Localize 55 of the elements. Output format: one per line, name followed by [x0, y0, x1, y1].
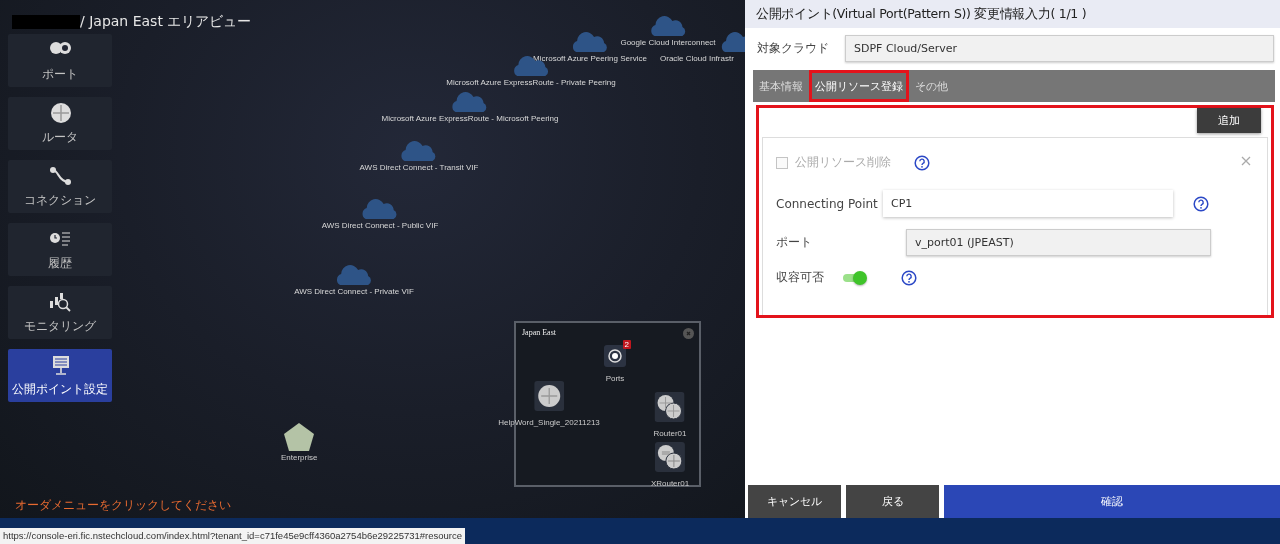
router-icon [534, 381, 564, 411]
tab[interactable]: 公開リソース登録 [809, 70, 909, 102]
enterprise-node[interactable]: Enterprise [281, 422, 318, 462]
node-label: XRouter01 [650, 479, 690, 488]
sidebar-item[interactable]: ポート [8, 34, 112, 87]
input-field[interactable]: CP1 [883, 190, 1173, 217]
confirm-button[interactable]: 確認 [944, 485, 1280, 518]
page-title: / Japan East エリアビュー [80, 12, 252, 31]
sidebar-item[interactable]: モニタリング [8, 286, 112, 339]
sidebar-item[interactable]: 公開ポイント設定 [8, 349, 112, 402]
help-icon [901, 269, 917, 286]
sidebar-item[interactable]: コネクション [8, 160, 112, 213]
input-field[interactable]: SDPF Cloud/Server [845, 35, 1274, 62]
cloud-label: Microsoft Azure ExpressRoute - Private Peering [446, 78, 616, 87]
field-label: Connecting Point [776, 196, 879, 211]
cloud-label: Google Cloud Interconnect [620, 38, 716, 47]
connection-icon [47, 164, 73, 187]
node-label: Ports [605, 374, 625, 383]
panel-title: 公開ポイント(Virtual Port(Pattern S)) 変更情報入力( 1/1 ) [745, 0, 1280, 28]
cloud-label: AWS Direct Connect - Private VIF [294, 287, 414, 296]
field-label: 収容可否 [776, 269, 825, 286]
help-icon [1193, 195, 1209, 212]
close-icon [1240, 155, 1252, 167]
help-icon [914, 154, 930, 171]
close-button[interactable] [683, 328, 694, 339]
add-button[interactable]: 追加 [1197, 108, 1261, 133]
cloud-label: Oracle Cloud Infrastr [660, 54, 734, 63]
sidebar-item[interactable]: 履歴 [8, 223, 112, 276]
monitoring-icon [47, 290, 73, 313]
cloud-label: Microsoft Azure ExpressRoute - Microsoft Peering [381, 114, 559, 123]
sidebar-item[interactable]: ルータ [8, 97, 112, 150]
field-label: 対象クラウド [757, 40, 830, 57]
router-pair-icon [655, 392, 685, 422]
close-icon [685, 330, 692, 337]
port-icon [604, 345, 626, 367]
count-badge: 2 [622, 340, 631, 349]
action-button[interactable]: キャンセル [748, 485, 841, 518]
pentagon-icon [283, 422, 316, 452]
cloud-label: Microsoft Azure Peering Service [533, 54, 647, 63]
input-field[interactable]: v_port01 (JPEAST) [906, 229, 1211, 256]
node-label: Router01 [653, 429, 687, 438]
checkbox-label: 公開リソース削除 [795, 154, 891, 171]
toggle-switch[interactable] [843, 270, 867, 285]
action-button[interactable]: 戻る [846, 485, 939, 518]
cloud-label: AWS Direct Connect - Transit VIF [359, 163, 479, 172]
cloud-label: AWS Direct Connect - Public VIF [321, 221, 439, 230]
field-label: ポート [776, 234, 813, 251]
tab[interactable]: その他 [909, 70, 954, 102]
node-label: HelpWord_Single_20211213 [498, 418, 600, 427]
redaction-block [12, 14, 80, 29]
hint-text: オーダメニューをクリックしてください [15, 497, 232, 514]
tab[interactable]: 基本情報 [753, 70, 809, 102]
url-tooltip: https://console-eri.fic.nstechcloud.com/index.html?tenant_id=c71fe45e9cff4360a2754b6e29225731#resource [0, 528, 466, 544]
minimap-title: Japan East [522, 328, 556, 337]
router-pair-icon [655, 442, 685, 472]
